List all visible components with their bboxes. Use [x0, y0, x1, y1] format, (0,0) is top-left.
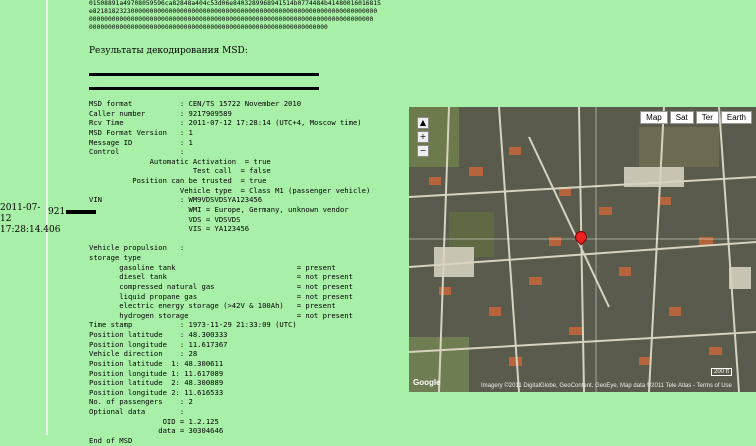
hex-line: e821818232300000000000000000000000000000…	[89, 8, 378, 15]
decode-heading: Результаты декодирования MSD:	[89, 46, 248, 56]
hex-block: 01508891a49708059596ca82848a404c53d06e84…	[89, 0, 409, 32]
map-type-map-button[interactable]: Map	[640, 111, 668, 124]
hex-line: 0000000000000000000000000000000000000000…	[89, 24, 328, 31]
caller-number-prefix: 921	[48, 207, 66, 217]
map-copyright[interactable]: Imagery ©2011 DigitalGlobe, GeoContent, …	[481, 383, 732, 389]
column-divider	[46, 0, 48, 435]
satellite-imagery	[409, 107, 756, 392]
map-zoom-controls: ▲ + −	[417, 117, 431, 159]
map-scale: 200 ft	[710, 368, 732, 376]
map-type-controls: Map Sat Ter Earth	[640, 111, 752, 124]
zoom-out-button[interactable]: −	[417, 145, 429, 157]
map-type-earth-button[interactable]: Earth	[720, 111, 752, 124]
map-type-terrain-button[interactable]: Ter	[695, 111, 719, 124]
satellite-map[interactable]: Map Sat Ter Earth ▲ + − Google 200 ft Im…	[409, 107, 756, 392]
strike-bar	[89, 73, 319, 76]
strike-bar	[89, 87, 319, 90]
hex-line: 0000000000000000000000000000000000000000…	[89, 16, 374, 23]
msd-decoded-text: MSD format : CEN/TS 15722 November 2010 …	[89, 99, 371, 445]
google-logo[interactable]: Google	[413, 378, 441, 387]
record-timestamp: 2011-07-12 17:28:14.406	[0, 203, 61, 235]
hex-line: 01508891a49708059596ca82848a404c53d06e84…	[89, 0, 381, 7]
pan-up-icon[interactable]: ▲	[417, 117, 429, 129]
map-type-satellite-button[interactable]: Sat	[669, 111, 694, 124]
zoom-in-button[interactable]: +	[417, 131, 429, 143]
